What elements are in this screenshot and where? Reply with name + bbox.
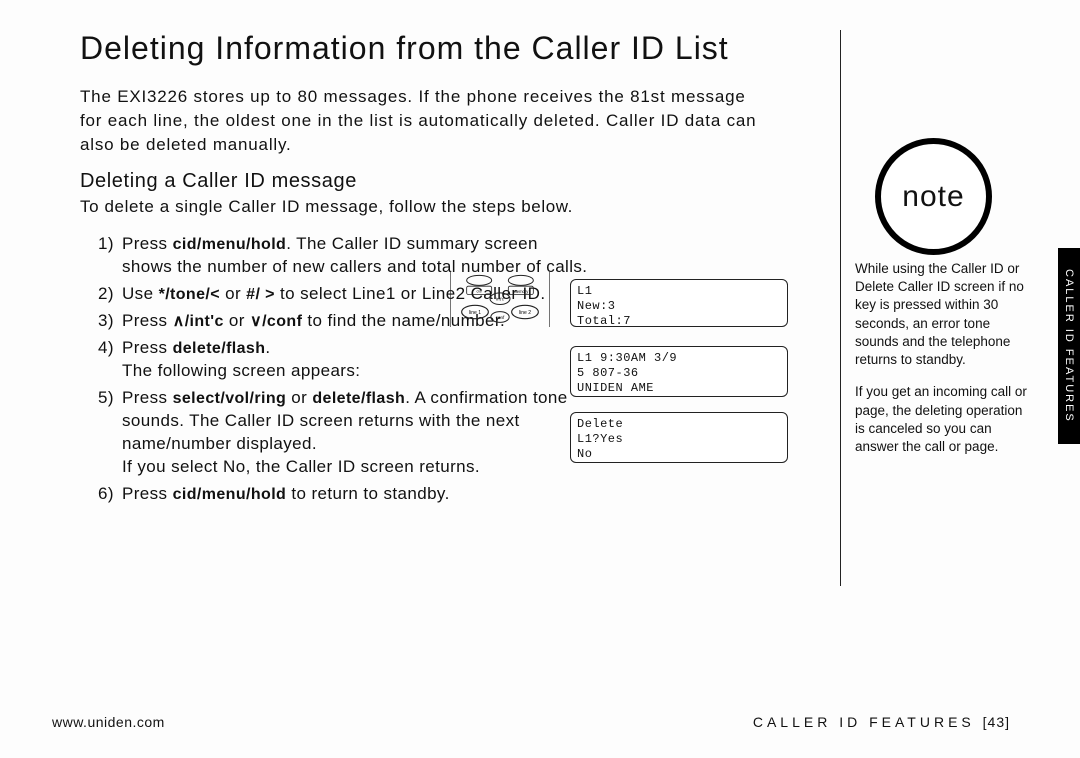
intro-paragraph: The EXI3226 stores up to 80 messages. If…: [80, 85, 770, 156]
sub-title: Deleting a Caller ID message: [80, 170, 1010, 193]
cid-label: cid/: [476, 289, 481, 293]
step-5: 5) Press select/vol/ring or delete/flash…: [102, 387, 592, 479]
note-badge: note: [875, 138, 992, 255]
side-tab: CALLER ID FEATURES: [1058, 248, 1080, 444]
vertical-divider: [840, 30, 841, 586]
page-title: Deleting Information from the Caller ID …: [80, 30, 1010, 67]
svg-text:line 1: line 1: [469, 310, 481, 316]
svg-text:line 2: line 2: [519, 310, 531, 316]
svg-text:conf: conf: [496, 315, 505, 320]
lcd-screen-2: L1 9:30AM 3/9 5 807-36 UNIDEN AME: [570, 346, 788, 397]
note-1: While using the Caller ID or Delete Call…: [855, 260, 1030, 369]
sub-intro: To delete a single Caller ID message, fo…: [80, 197, 1010, 217]
lcd-screen-3: Delete L1?Yes No: [570, 412, 788, 463]
manual-page: Deleting Information from the Caller ID …: [0, 0, 1080, 758]
svg-text:memory: memory: [513, 289, 529, 294]
lcd-screen-1: L1 New:3 Total:7: [570, 279, 788, 327]
svg-text:int'c: int'c: [496, 296, 505, 301]
footer-section: CALLER ID FEATURES [43]: [753, 714, 1010, 730]
note-column: While using the Caller ID or Delete Call…: [855, 260, 1030, 470]
footer-url: www.uniden.com: [52, 714, 165, 730]
step-6: 6) Press cid/menu/hold to return to stan…: [102, 483, 592, 506]
step-4: 4) Press delete/flash. The following scr…: [102, 337, 592, 383]
keypad-illustration: cid/ memory int'c line 1 line 2 conf: [450, 272, 550, 327]
note-2: If you get an incoming call or page, the…: [855, 383, 1030, 456]
